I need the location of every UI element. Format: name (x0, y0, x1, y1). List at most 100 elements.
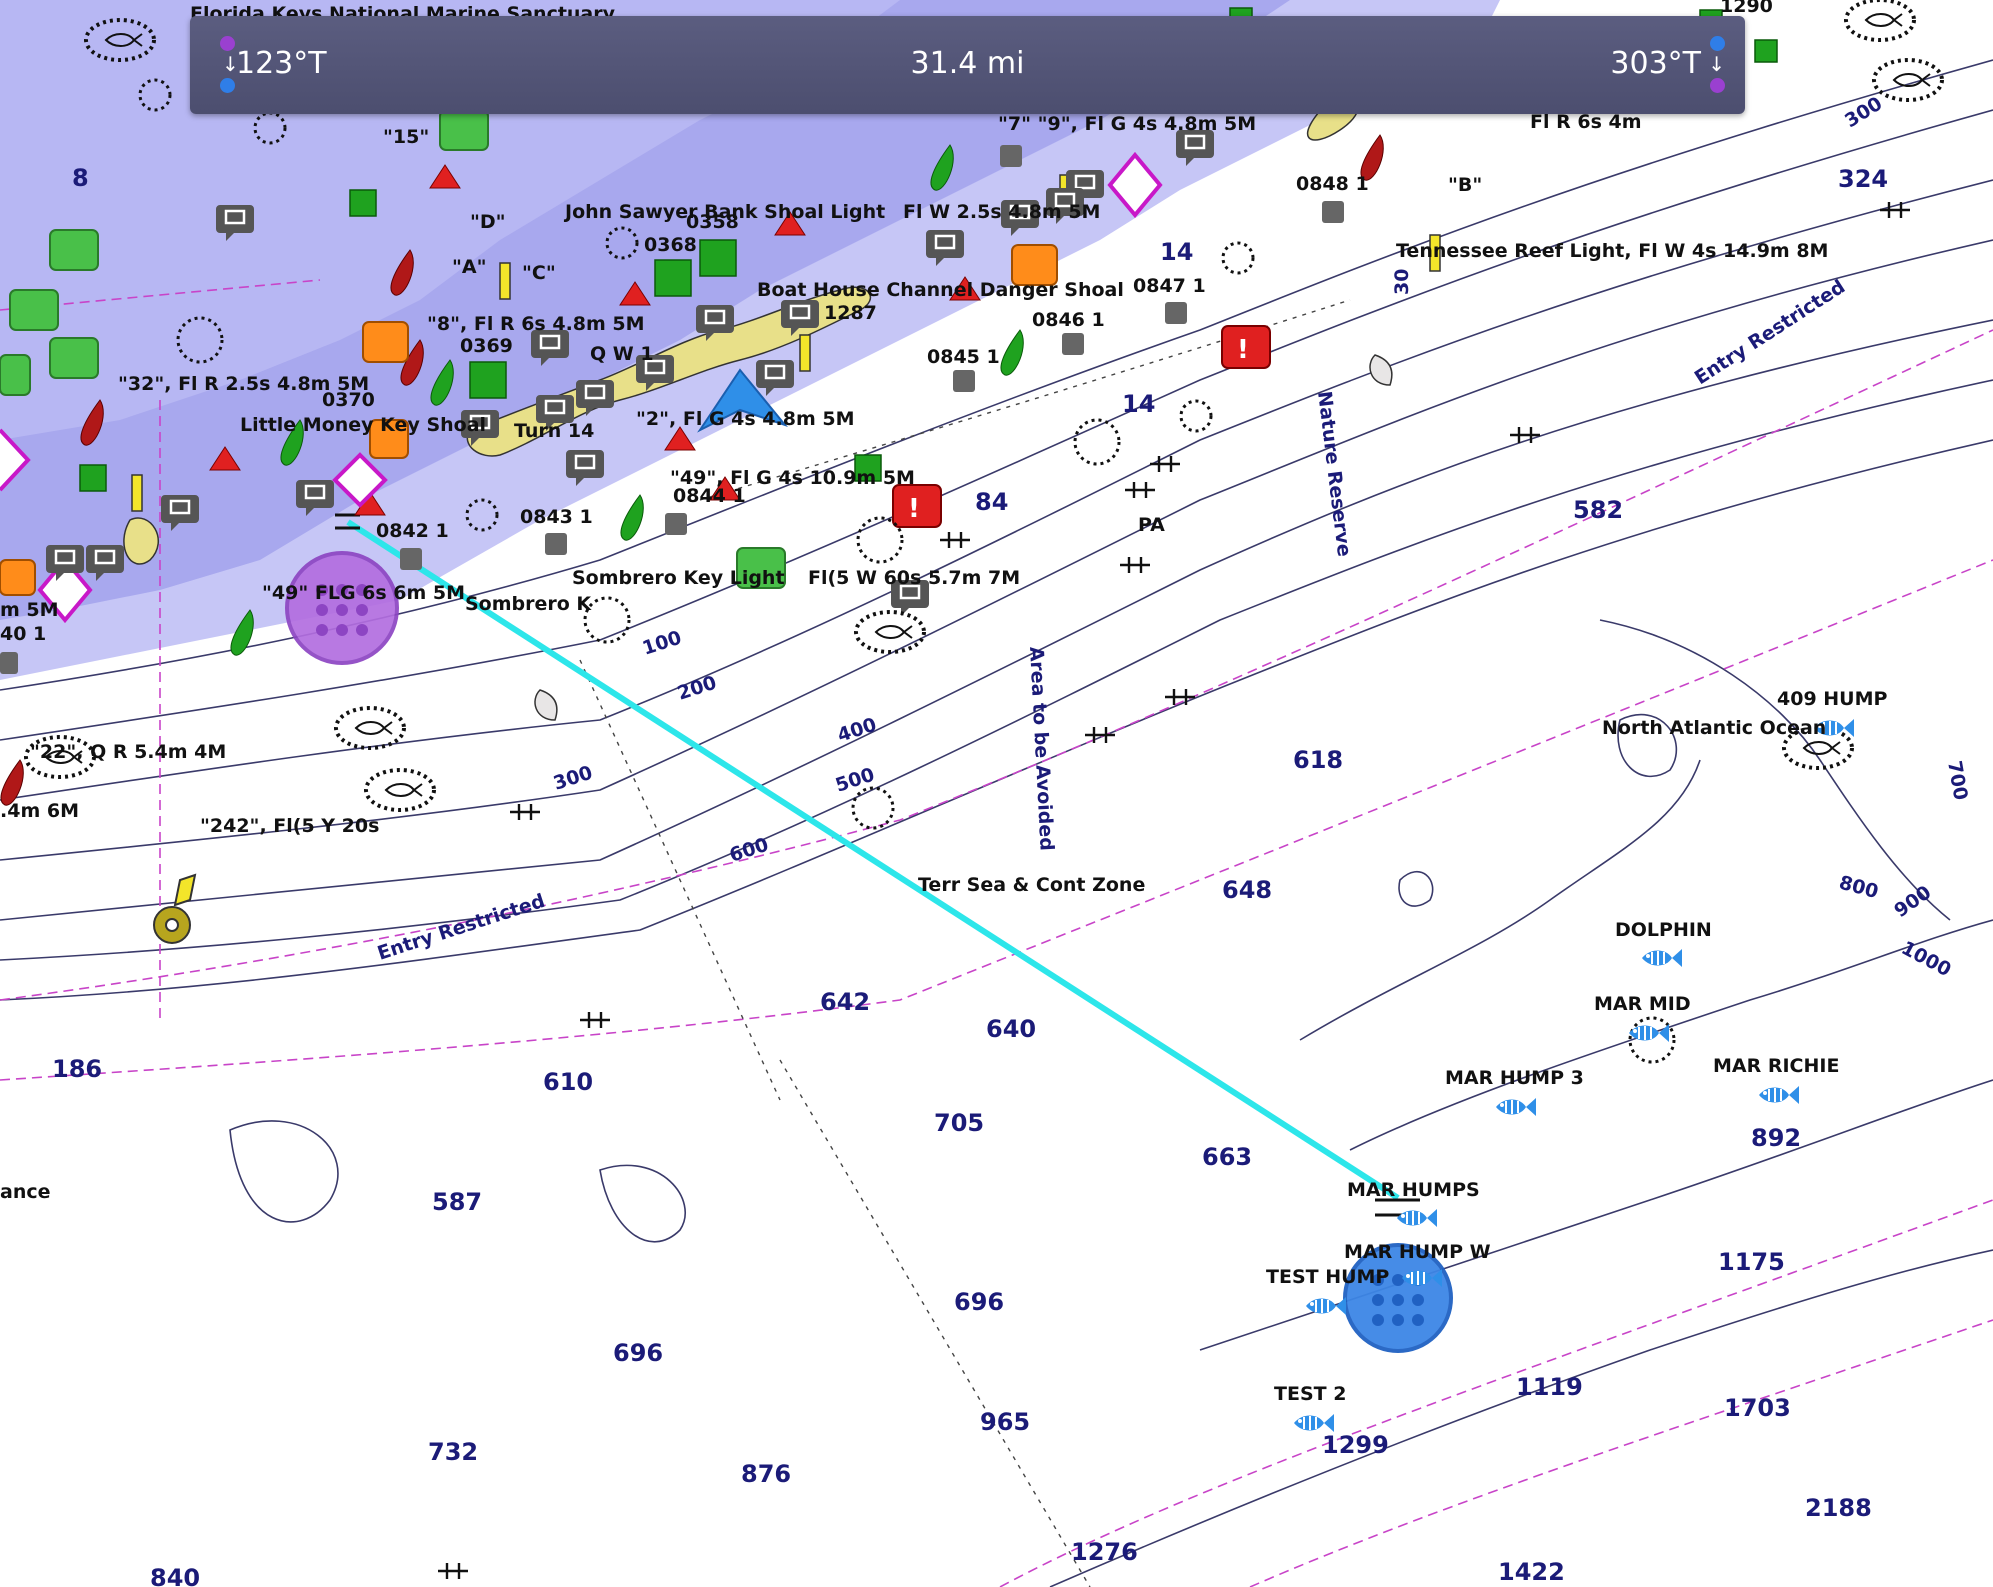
waypoint-label[interactable]: 409 HUMP (1777, 688, 1888, 710)
map-label: 1287 (824, 302, 877, 324)
map-label: 0848 1 (1296, 173, 1369, 195)
contour-label: 300 (551, 762, 596, 795)
map-label: 0370 (322, 389, 375, 411)
depth-sounding: 2188 (1805, 1494, 1872, 1522)
map-label: "242", Fl(5 Y 20s (200, 815, 379, 837)
depth-sounding: 587 (432, 1188, 482, 1216)
waypoint-label[interactable]: MAR RICHIE (1713, 1055, 1839, 1077)
down-arrow-icon: ↓ (1708, 52, 1725, 76)
depth-sounding: 14 (1160, 238, 1193, 266)
depth-sounding: 696 (954, 1288, 1004, 1316)
contour-label: 500 (833, 764, 878, 797)
depth-sounding: 1175 (1718, 1248, 1785, 1276)
waypoint-label[interactable]: TEST HUMP (1266, 1266, 1389, 1288)
end-bearing: 303°T (1610, 46, 1701, 81)
depth-sounding: 663 (1202, 1143, 1252, 1171)
depth-sounding: 1422 (1498, 1558, 1565, 1586)
depth-sounding: 1703 (1724, 1394, 1791, 1422)
map-label: "D" (470, 211, 506, 233)
map-label: Fl R 6s 4m (1530, 111, 1642, 133)
waypoint-label[interactable]: TEST 2 (1274, 1383, 1346, 1405)
waypoint-label[interactable]: DOLPHIN (1615, 919, 1712, 941)
waypoint-label[interactable]: MAR HUMP 3 (1445, 1067, 1584, 1089)
measured-distance: 31.4 mi (910, 46, 1025, 81)
contour-label: 300 (1841, 93, 1886, 133)
waypoint-label[interactable]: MAR HUMPS (1347, 1179, 1480, 1201)
contour-label: 700 (1943, 759, 1972, 802)
map-label: 0847 1 (1133, 275, 1206, 297)
contour-label: 900 (1890, 881, 1935, 922)
depth-sounding: 696 (613, 1339, 663, 1367)
route-start-handle[interactable] (285, 551, 399, 665)
depth-sounding: 648 (1222, 876, 1272, 904)
map-label: Turn 14 (514, 420, 594, 442)
end-indicator-dot (1710, 36, 1725, 51)
svg-text:!: ! (908, 494, 920, 524)
map-label: Sombrero Key Light (572, 567, 785, 589)
depth-sounding: 1299 (1322, 1431, 1389, 1459)
contour-label: 200 (675, 672, 720, 705)
zone-label-area-to-be-avoided: Area to be Avoided (1025, 646, 1058, 851)
depth-sounding: 1119 (1516, 1373, 1583, 1401)
depth-sounding: 84 (975, 488, 1008, 516)
waypoint-label[interactable]: MAR MID (1594, 993, 1691, 1015)
map-label: "B" (1448, 174, 1482, 196)
map-label: "C" (522, 262, 556, 284)
map-label: North Atlantic Ocean (1602, 717, 1826, 739)
depth-sounding: 1276 (1071, 1538, 1138, 1566)
map-label: "2", Fl G 4s 4.8m 5M (636, 408, 855, 430)
depth-sounding: 618 (1293, 746, 1343, 774)
contour-label: 30 (1391, 269, 1413, 295)
map-label: 0369 (460, 335, 513, 357)
map-label: 0846 1 (1032, 309, 1105, 331)
map-label: Fl W 2.5s 4.8m 5M (903, 201, 1100, 223)
map-label: Fl(5 W 60s 5.7m 7M (808, 567, 1020, 589)
map-label: 1290 (1720, 0, 1773, 17)
map-label: Little Money Key Shoal (240, 414, 486, 436)
depth-sounding: 840 (150, 1564, 200, 1587)
depth-sounding: 186 (52, 1055, 102, 1083)
contour-label: 600 (727, 834, 772, 867)
map-label: "8", Fl R 6s 4.8m 5M (427, 313, 645, 335)
depth-sounding: 732 (428, 1438, 478, 1466)
map-label: ance (0, 1181, 51, 1203)
zone-label-entry-restricted: Entry Restricted (1691, 276, 1849, 390)
contour-label: 400 (835, 714, 880, 747)
depth-sounding: 642 (820, 988, 870, 1016)
depth-sounding: 965 (980, 1408, 1030, 1436)
contour-label: 1000 (1898, 937, 1955, 981)
map-label: Sombrero K (465, 593, 592, 615)
contour-label: 800 (1837, 872, 1881, 904)
map-label: "A" (452, 256, 487, 278)
map-label: PA (1138, 514, 1165, 536)
map-label: 0368 (644, 234, 697, 256)
depth-sounding: 14 (1122, 390, 1155, 418)
start-indicator-dot (1710, 78, 1725, 93)
depth-sounding: 8 (72, 164, 89, 192)
map-label: 40 1 (0, 623, 46, 645)
map-label: Q W 1 (590, 343, 654, 365)
measure-bar[interactable]: ↓ 123°T 31.4 mi 303°T ↓ (190, 16, 1745, 114)
depth-sounding: 610 (543, 1068, 593, 1096)
depth-sounding: 640 (986, 1015, 1036, 1043)
map-label: "49" FLG 6s 6m 5M (262, 582, 465, 604)
nautical-chart[interactable]: !! 8 14 14 84 324 582 618 648 642 640 61… (0, 0, 1993, 1587)
map-label: "7" "9", Fl G 4s 4.8m 5M (998, 113, 1256, 135)
chart-view[interactable]: !! 8 14 14 84 324 582 618 648 642 640 61… (0, 0, 1993, 1587)
contour-label: 100 (640, 627, 685, 660)
map-label: 0843 1 (520, 506, 593, 528)
map-label: Tennessee Reef Light, Fl W 4s 14.9m 8M (1396, 240, 1828, 262)
map-label: 0844 1 (673, 485, 746, 507)
map-label: 0845 1 (927, 346, 1000, 368)
map-label: .4m 6M (0, 800, 79, 822)
route-line (346, 519, 1400, 1201)
zone-label-nature-reserve: Nature Reserve (1313, 390, 1355, 558)
waypoint-label[interactable]: MAR HUMP W (1344, 1241, 1491, 1263)
depth-sounding: 324 (1838, 165, 1888, 193)
depth-sounding: 892 (1751, 1124, 1801, 1152)
map-label: Boat House Channel Danger Shoal (757, 279, 1124, 301)
map-label: m 5M (0, 599, 59, 621)
map-label: "22", Q R 5.4m 4M (30, 741, 226, 763)
depth-sounding: 582 (1573, 496, 1623, 524)
map-label: Terr Sea & Cont Zone (918, 874, 1145, 896)
